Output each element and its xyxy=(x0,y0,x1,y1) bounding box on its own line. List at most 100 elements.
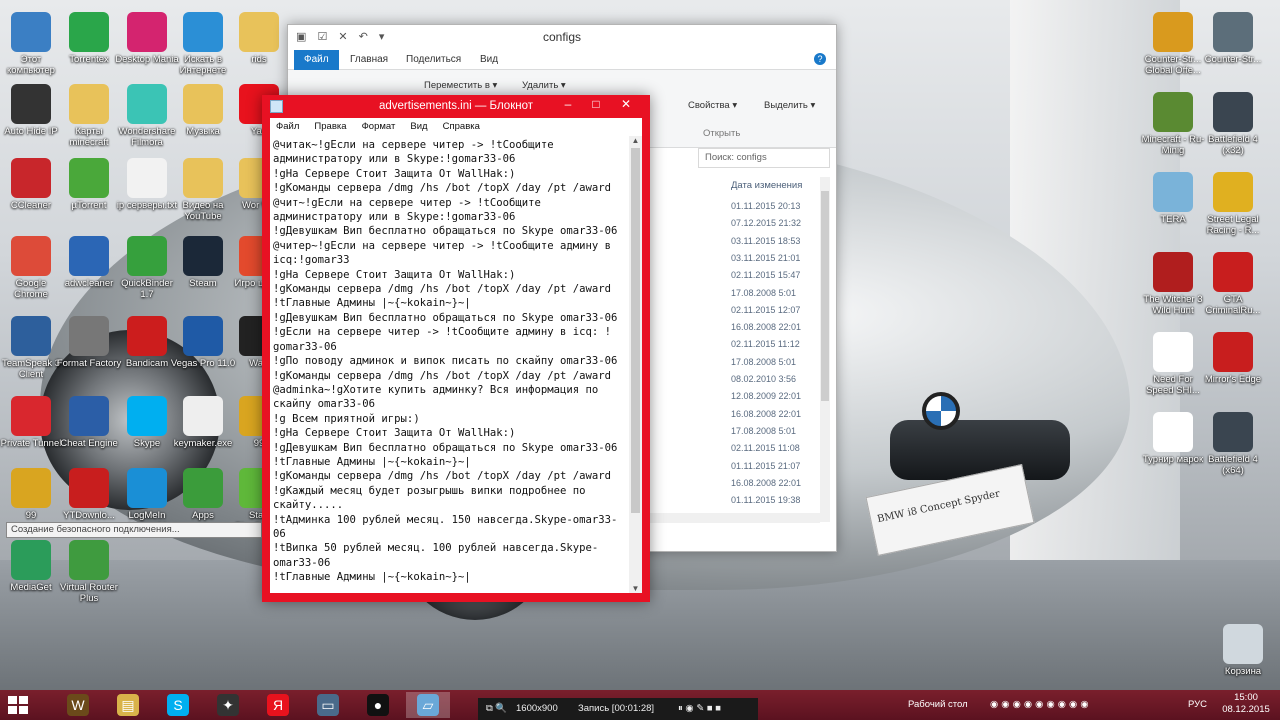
desktop-icon[interactable]: Street Legal Racing - R... xyxy=(1200,172,1266,236)
desktop-icon[interactable]: Battlefield 4 (x64) xyxy=(1200,412,1266,476)
desktop-icon[interactable]: GTA CriminalRu... xyxy=(1200,252,1266,316)
recycle-bin[interactable]: Корзина xyxy=(1210,624,1276,677)
taskbar-app-button[interactable]: S xyxy=(156,692,200,718)
tray-icons[interactable]: ◉◉◉◉◉◉◉◉◉ xyxy=(990,690,1092,720)
file-row-date[interactable]: 17.08.2008 5:01 xyxy=(731,426,796,436)
file-row-date[interactable]: 03.11.2015 21:01 xyxy=(731,253,800,263)
file-row-date[interactable]: 01.11.2015 20:13 xyxy=(731,201,800,211)
taskbar-app-button[interactable]: Я xyxy=(256,692,300,718)
file-row-date[interactable]: 03.11.2015 18:53 xyxy=(731,236,800,246)
search-web-icon xyxy=(183,12,223,52)
file-row-date[interactable]: 16.08.2008 22:01 xyxy=(731,322,801,332)
select-button[interactable]: Выделить ▾ xyxy=(764,100,815,111)
file-row-date[interactable]: 17.08.2008 5:01 xyxy=(731,288,796,298)
file-row-date[interactable]: 02.11.2015 11:08 xyxy=(731,443,800,453)
file-row-date[interactable]: 16.08.2008 22:01 xyxy=(731,478,801,488)
move-to-button[interactable]: Переместить в ▾ xyxy=(424,80,497,91)
desktop-icon[interactable]: Private Tunnel xyxy=(0,396,64,449)
help-icon[interactable]: ? xyxy=(814,53,826,65)
desktop-icon[interactable]: YTDownlo... xyxy=(56,468,122,521)
recorder-controls[interactable]: ⏸ ◉ ✎ ■ ■ xyxy=(678,698,721,720)
desktop-icon[interactable]: Format Factory xyxy=(56,316,122,369)
desktop-icon[interactable]: Cheat Engine xyxy=(56,396,122,449)
apps-icon xyxy=(183,468,223,508)
file-row-date[interactable]: 16.08.2008 22:01 xyxy=(731,409,801,419)
minimize-button[interactable]: – xyxy=(554,95,582,115)
tab-share[interactable]: Поделиться xyxy=(396,50,471,70)
desktop-icon[interactable]: The Witcher 3 Wild Hunt xyxy=(1140,252,1206,316)
menu-format[interactable]: Формат xyxy=(356,118,402,132)
desktop-icon-label: YTDownlo... xyxy=(63,510,115,521)
desktop-icon[interactable]: adwcleaner xyxy=(56,236,122,289)
file-row-date[interactable]: 07.12.2015 21:32 xyxy=(731,218,801,228)
search-input[interactable]: Поиск: configs xyxy=(698,148,830,168)
tab-file[interactable]: Файл xyxy=(294,50,339,70)
desktop-icon[interactable]: CCleaner xyxy=(0,158,64,211)
notepad-window[interactable]: advertisements.ini — Блокнот – □ ✕ Файл … xyxy=(262,95,650,602)
desktop-icon[interactable]: Torrentex xyxy=(56,12,122,65)
taskbar-app-button[interactable]: W xyxy=(56,692,100,718)
file-row-date[interactable]: 08.02.2010 3:56 xyxy=(731,374,796,384)
desktop-icon[interactable]: Counter-Str... Global Offe... xyxy=(1140,12,1206,76)
file-row-date[interactable]: 02.11.2015 12:07 xyxy=(731,305,800,315)
notepad-content[interactable]: @читак~!gЕсли на сервере читер -> !tСооб… xyxy=(273,138,629,585)
menu-file[interactable]: Файл xyxy=(270,118,305,132)
taskbar-app-button[interactable]: ▱ xyxy=(406,692,450,718)
desktop-icon[interactable]: TeamSpeak 3 Client xyxy=(0,316,64,380)
desktop-icon[interactable]: Virtual Router Plus xyxy=(56,540,122,604)
desktop-icon[interactable]: Mirror's Edge xyxy=(1200,332,1266,385)
tab-home[interactable]: Главная xyxy=(340,50,398,70)
file-list-hscrollbar[interactable] xyxy=(650,513,820,523)
notepad-title-bar[interactable]: advertisements.ini — Блокнот – □ ✕ xyxy=(262,95,650,118)
desktop-icon[interactable]: Карты minecraft xyxy=(56,84,122,148)
taskbar-app-button[interactable]: ▤ xyxy=(106,692,150,718)
utorrent-icon xyxy=(69,158,109,198)
scroll-up-icon[interactable]: ▲ xyxy=(629,136,642,145)
desktop-icon[interactable]: Counter-Str... xyxy=(1200,12,1266,65)
desktop-icon[interactable]: Minecraft - Ru-Minig xyxy=(1140,92,1206,156)
desktop-icon[interactable]: Battlefield 4 (x32) xyxy=(1200,92,1266,156)
desktop-toolbar-label[interactable]: Рабочий стол xyxy=(908,690,968,720)
adwcleaner-icon xyxy=(69,236,109,276)
notepad-text-area[interactable]: @читак~!gЕсли на сервере читер -> !tСооб… xyxy=(270,136,642,593)
file-row-date[interactable]: 01.11.2015 21:07 xyxy=(731,461,800,471)
magnifier-icon[interactable]: ⧉ 🔍 xyxy=(486,698,507,720)
desktop-icon[interactable]: TERA xyxy=(1140,172,1206,225)
file-row-date[interactable]: 17.08.2008 5:01 xyxy=(731,357,796,367)
taskbar-app-button[interactable]: ▭ xyxy=(306,692,350,718)
delete-button[interactable]: Удалить ▾ xyxy=(522,80,566,91)
file-row-date[interactable]: 12.08.2009 22:01 xyxy=(731,391,801,401)
scroll-thumb[interactable] xyxy=(631,148,640,513)
desktop-icon[interactable]: 99 xyxy=(0,468,64,521)
desktop-icon[interactable]: MediaGet xyxy=(0,540,64,593)
clock[interactable]: 15:00 08.12.2015 xyxy=(1218,692,1274,716)
desktop-icon[interactable]: µTorrent xyxy=(56,158,122,211)
close-button[interactable]: ✕ xyxy=(612,95,640,115)
menu-edit[interactable]: Правка xyxy=(308,118,352,132)
desktop-icon[interactable]: Need For Speed SHI... xyxy=(1140,332,1206,396)
desktop-icon[interactable]: Auto Hide IP xyxy=(0,84,64,137)
folder-icon xyxy=(239,12,279,52)
taskbar-app-button[interactable]: ● xyxy=(356,692,400,718)
notepad-scrollbar[interactable]: ▲ ▼ xyxy=(629,136,642,593)
file-list-scrollbar[interactable] xyxy=(820,177,830,522)
scroll-down-icon[interactable]: ▼ xyxy=(629,584,642,593)
explorer-title-bar[interactable]: ▣ ☑ ✕ ↶ ▾ configs xyxy=(288,25,836,50)
column-header-date[interactable]: Дата изменения xyxy=(731,180,802,191)
tab-view[interactable]: Вид xyxy=(470,50,508,70)
file-row-date[interactable]: 01.11.2015 19:38 xyxy=(731,495,800,505)
menu-view[interactable]: Вид xyxy=(404,118,433,132)
properties-button[interactable]: Свойства ▾ xyxy=(688,100,737,111)
language-indicator[interactable]: РУС xyxy=(1188,690,1207,720)
bandicam-icon xyxy=(127,316,167,356)
desktop-icon[interactable]: Google Chrome xyxy=(0,236,64,300)
file-row-date[interactable]: 02.11.2015 11:12 xyxy=(731,339,800,349)
desktop-icon[interactable]: Турнир марок xyxy=(1140,412,1206,465)
taskbar-app-button[interactable]: ✦ xyxy=(206,692,250,718)
start-button[interactable] xyxy=(8,696,28,714)
maximize-button[interactable]: □ xyxy=(582,95,610,115)
desktop-icon[interactable]: Этот компьютер xyxy=(0,12,64,76)
file-row-date[interactable]: 02.11.2015 15:47 xyxy=(731,270,800,280)
menu-help[interactable]: Справка xyxy=(437,118,486,132)
desktop-icon[interactable]: rids xyxy=(226,12,292,65)
